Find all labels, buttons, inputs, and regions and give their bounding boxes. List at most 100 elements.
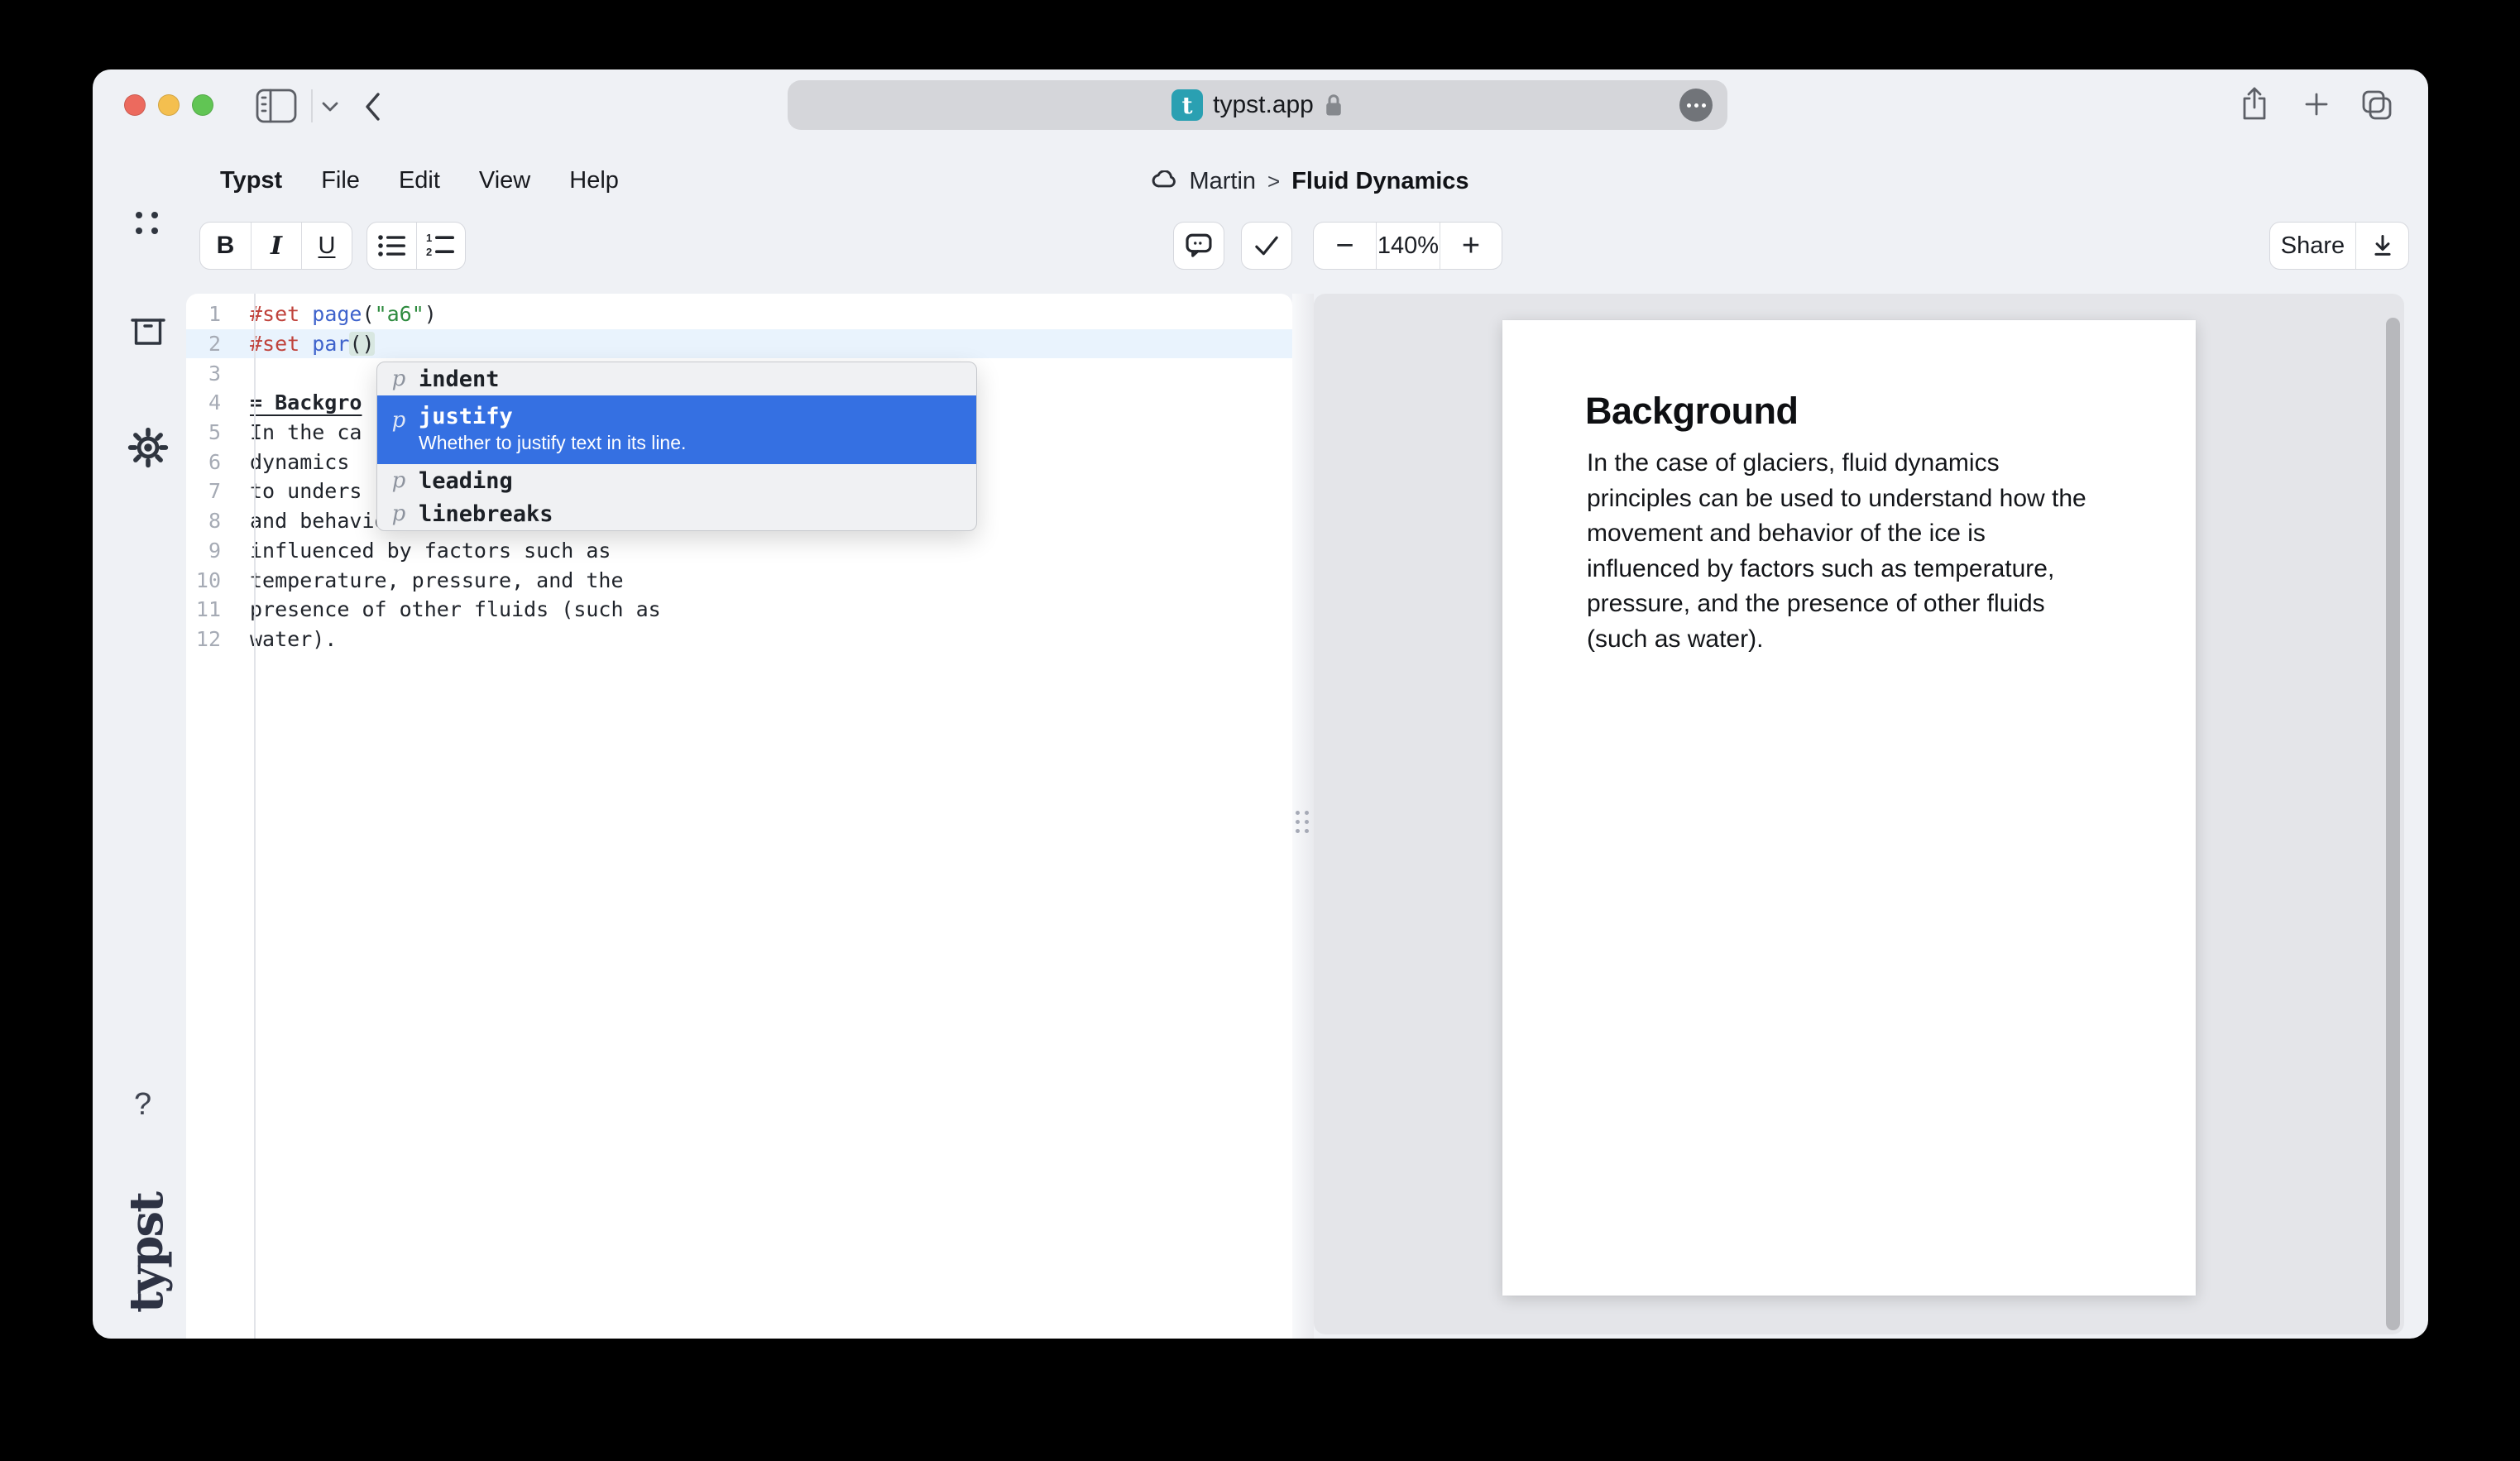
close-window-button[interactable] [124, 94, 146, 116]
breadcrumb: Martin > Fluid Dynamics [1151, 168, 1468, 195]
code-text: #set par() [237, 332, 375, 356]
breadcrumb-workspace[interactable]: Martin [1189, 168, 1256, 195]
autocomplete-label: indent [419, 366, 500, 392]
share-group: Share [2269, 222, 2409, 270]
line-number: 12 [186, 627, 237, 651]
app-grid-icon[interactable] [136, 212, 158, 234]
list-style-group: 12 [367, 222, 466, 270]
share-page-icon[interactable] [2240, 86, 2268, 127]
menu-item-file[interactable]: File [321, 167, 360, 194]
text-style-group: B I U [199, 222, 352, 270]
menu-item-view[interactable]: View [479, 167, 530, 194]
code-text: to unders [237, 479, 362, 503]
site-favicon: t [1171, 89, 1203, 121]
comment-button[interactable] [1173, 222, 1224, 270]
share-document-button[interactable]: Share [2270, 223, 2355, 269]
preview-pane: Background In the case of glaciers, flui… [1314, 294, 2404, 1334]
preview-body-line: influenced by factors such as temperatur… [1587, 552, 2086, 587]
line-number: 8 [186, 509, 237, 533]
code-line[interactable]: 12water). [186, 625, 1292, 654]
fullscreen-window-button[interactable] [192, 94, 213, 116]
preview-body-line: (such as water). [1587, 622, 2086, 658]
code-line[interactable]: 11presence of other fluids (such as [186, 595, 1292, 625]
zoom-group: − 140% + [1313, 222, 1502, 270]
app-menubar: Typst File Edit View Help [220, 167, 619, 194]
url-text: typst.app [1213, 91, 1314, 119]
autocomplete-item-text: justifyWhether to justify text in its li… [419, 404, 686, 454]
download-button[interactable] [2355, 223, 2408, 269]
gutter-separator [254, 294, 256, 1339]
address-bar[interactable]: t typst.app [788, 80, 1727, 130]
help-button[interactable]: ? [134, 1087, 151, 1123]
line-number: 3 [186, 362, 237, 386]
chevron-down-icon[interactable] [321, 101, 339, 117]
zoom-out-button[interactable]: − [1314, 223, 1376, 269]
italic-button[interactable]: I [251, 223, 301, 269]
autocomplete-item-justify[interactable]: p justifyWhether to justify text in its l… [377, 395, 976, 464]
param-kind-icon: p [390, 408, 407, 433]
minimize-window-button[interactable] [158, 94, 180, 116]
document-title[interactable]: Fluid Dynamics [1291, 168, 1468, 195]
autocomplete-popup: pindentpjustifyWhether to justify text i… [376, 362, 977, 531]
preview-page: Background In the case of glaciers, flui… [1502, 320, 2196, 1296]
breadcrumb-separator: > [1267, 169, 1280, 194]
autocomplete-item-text: indent [419, 366, 500, 392]
code-text: influenced by factors such as [237, 539, 611, 563]
back-button[interactable] [362, 91, 382, 127]
zoom-level[interactable]: 140% [1376, 223, 1440, 269]
autocomplete-item-linebreaks[interactable]: p linebreaks [377, 497, 976, 530]
line-number: 4 [186, 390, 237, 414]
autocomplete-item-indent[interactable]: pindent [377, 362, 976, 395]
line-number: 7 [186, 479, 237, 503]
preview-scrollbar[interactable] [2386, 318, 2400, 1330]
lock-icon [1324, 93, 1344, 117]
preview-body-line: pressure, and the presence of other flui… [1587, 587, 2086, 622]
preview-body: In the case of glaciers, fluid dynamicsp… [1587, 446, 2086, 658]
bullet-list-button[interactable] [367, 223, 416, 269]
files-tray-icon[interactable] [129, 316, 167, 352]
bold-button[interactable]: B [200, 223, 251, 269]
new-tab-icon[interactable] [2303, 91, 2330, 122]
code-line[interactable]: 9influenced by factors such as [186, 536, 1292, 566]
preview-heading: Background [1585, 390, 1799, 433]
cloud-sync-icon [1151, 168, 1177, 195]
autocomplete-item-text: linebreaks [419, 501, 553, 527]
code-text: = Backgro [237, 390, 362, 414]
tab-overview-icon[interactable] [2361, 89, 2393, 125]
numbered-list-button[interactable]: 12 [416, 223, 465, 269]
window-controls [124, 94, 213, 116]
sidebar-toggle-icon[interactable] [255, 88, 298, 128]
code-text: #set page("a6") [237, 302, 437, 326]
splitter-drag-handle[interactable] [1296, 811, 1309, 833]
menu-item-help[interactable]: Help [569, 167, 619, 194]
spellcheck-button[interactable] [1241, 222, 1292, 270]
code-line[interactable]: 10temperature, pressure, and the [186, 565, 1292, 595]
param-kind-icon: p [390, 366, 407, 391]
chrome-divider [311, 89, 313, 122]
autocomplete-label: justify [419, 404, 686, 429]
preview-body-line: principles can be used to understand how… [1587, 481, 2086, 517]
svg-text:2: 2 [426, 246, 432, 258]
line-number: 10 [186, 568, 237, 592]
menu-item-edit[interactable]: Edit [399, 167, 440, 194]
code-line[interactable]: 1#set page("a6") [186, 299, 1292, 329]
underline-button[interactable]: U [301, 223, 352, 269]
settings-gear-icon[interactable] [127, 427, 169, 472]
line-number: 1 [186, 302, 237, 326]
code-text: In the ca [237, 420, 362, 444]
line-number: 6 [186, 450, 237, 474]
line-number: 9 [186, 539, 237, 563]
autocomplete-item-leading[interactable]: pleading [377, 464, 976, 497]
line-number: 11 [186, 597, 237, 621]
code-line[interactable]: 2#set par() [186, 329, 1292, 359]
zoom-in-button[interactable]: + [1440, 223, 1502, 269]
page-settings-icon[interactable] [1679, 89, 1713, 122]
param-kind-icon: p [390, 501, 407, 526]
preview-body-line: In the case of glaciers, fluid dynamics [1587, 446, 2086, 481]
line-number: 2 [186, 332, 237, 356]
preview-body-line: movement and behavior of the ice is [1587, 516, 2086, 552]
svg-text:1: 1 [426, 233, 432, 244]
line-number: 5 [186, 420, 237, 444]
param-kind-icon: p [390, 468, 407, 493]
menu-item-typst[interactable]: Typst [220, 167, 282, 194]
